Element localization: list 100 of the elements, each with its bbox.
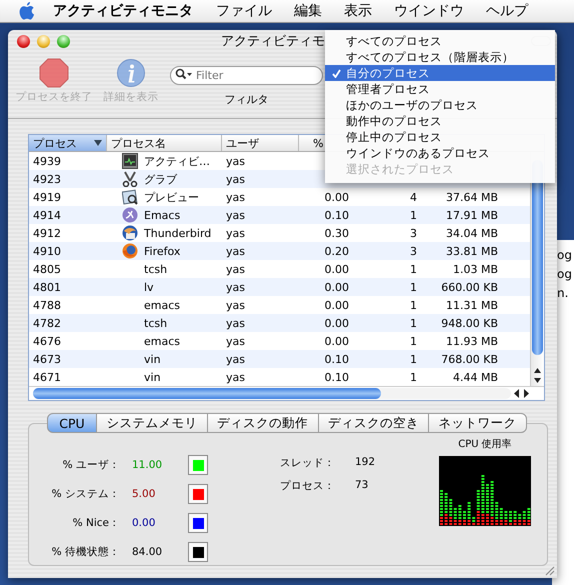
table-cell-text: 4910 — [32, 244, 62, 258]
table-cell-text: yas — [225, 352, 246, 366]
table-cell-text: yas — [225, 316, 246, 330]
table-cell-text: 4914 — [32, 208, 62, 222]
table-cell-text: yas — [225, 208, 246, 222]
stat-label: % Nice： — [72, 516, 121, 530]
tab[interactable]: ディスクの動作 — [206, 413, 318, 433]
photo-icon — [122, 189, 138, 205]
emacs-icon — [122, 207, 138, 223]
scroll-right-arrow-icon[interactable] — [523, 389, 529, 398]
window-text-fragment: n. — [556, 286, 570, 300]
table-cell-text: 4 — [409, 190, 418, 204]
table-cell: プレビュー — [144, 190, 199, 204]
menu-item[interactable]: 動作中のプロセス — [325, 113, 555, 129]
menu-item[interactable]: すべてのプロセス — [325, 33, 555, 49]
horizontal-scrollbar[interactable] — [29, 386, 544, 400]
table-cell-text: 17.91 MB — [444, 208, 498, 222]
menu-item[interactable]: 表示 — [344, 2, 372, 20]
table-cell: グラブ — [144, 172, 177, 186]
table-cell: vin — [144, 370, 161, 384]
menu-item[interactable]: ファイル — [216, 2, 272, 20]
table-cell-text: 11.93 MB — [444, 334, 498, 348]
table-cell: emacs — [144, 334, 180, 348]
count-value: 192 — [355, 456, 376, 470]
menu-item[interactable]: 編集 — [294, 2, 322, 20]
table-cell: アクティビ… — [144, 154, 210, 168]
apple-logo-icon[interactable] — [19, 2, 35, 20]
menu-item[interactable]: 管理者プロセス — [325, 81, 555, 97]
scroll-down-arrow-icon[interactable] — [534, 378, 541, 383]
color-well[interactable] — [188, 484, 208, 504]
menu-item[interactable]: ウインドウ — [394, 2, 464, 20]
window-title: アクティビティモ — [221, 33, 325, 50]
search-field[interactable]: Filter — [170, 66, 323, 85]
tab[interactable]: ネットワーク — [428, 413, 527, 433]
stat-value: 5.00 — [131, 488, 156, 500]
table-cell-text: yas — [225, 334, 246, 348]
table-cell-text: 3 — [409, 244, 418, 258]
column-header[interactable]: ユーザ — [222, 135, 299, 151]
table-cell-text: 0.00 — [324, 334, 349, 348]
table-cell-text: yas — [225, 280, 246, 294]
scroll-up-arrow-icon[interactable] — [534, 368, 541, 373]
table-cell-text: 4923 — [32, 172, 62, 186]
color-well[interactable] — [188, 455, 208, 475]
menu-item[interactable]: ほかのユーザのプロセス — [325, 97, 555, 113]
tab[interactable]: システムメモリ — [96, 413, 208, 433]
table-cell-text: yas — [225, 244, 246, 258]
scroll-left-arrow-icon[interactable] — [514, 389, 520, 398]
table-cell-text: 4673 — [32, 352, 62, 366]
table-cell-text: 0.10 — [324, 352, 349, 366]
table-cell: vin — [144, 352, 161, 366]
table-cell-text: yas — [225, 298, 246, 312]
table-cell-text: 0.00 — [324, 190, 349, 204]
tab[interactable]: ディスクの空き — [318, 413, 430, 433]
table-cell: Thunderbird — [144, 226, 212, 240]
menu-item[interactable]: ヘルプ — [486, 2, 528, 20]
table-cell-text: 11.31 MB — [444, 298, 498, 312]
table-cell: lv — [144, 280, 154, 294]
table-cell-text: 948.00 KB — [440, 316, 498, 330]
stat-value: 84.00 — [131, 546, 164, 558]
column-header[interactable]: プロセス名 — [107, 135, 222, 151]
table-cell-text: 4676 — [32, 334, 62, 348]
table-cell-text: 0.10 — [324, 370, 349, 384]
table-cell-text: 1 — [409, 208, 418, 222]
table-cell-text: 1.03 MB — [452, 262, 498, 276]
check-icon — [332, 68, 341, 78]
table-cell-text: 4.44 MB — [452, 370, 498, 384]
color-well[interactable] — [188, 542, 208, 562]
table-cell-text: 0.00 — [324, 262, 349, 276]
tab[interactable]: CPU — [47, 413, 97, 433]
table-cell-text: 3 — [409, 226, 418, 240]
resize-grip-icon[interactable] — [544, 565, 555, 576]
table-cell-text: 0.20 — [324, 244, 349, 258]
window-text-fragment: og — [556, 248, 573, 262]
menu-item[interactable]: すべてのプロセス（階層表示） — [325, 49, 555, 65]
table-cell-text: 1 — [409, 298, 418, 312]
table-cell-text: 0.00 — [324, 280, 349, 294]
stat-value: 0.00 — [131, 517, 156, 529]
table-cell-text: 1 — [409, 262, 418, 276]
count-label: スレッド： — [280, 456, 336, 470]
monitor-icon — [122, 153, 138, 169]
zoom-button[interactable] — [57, 34, 70, 48]
table-cell-text: yas — [225, 172, 246, 186]
count-value: 73 — [355, 479, 370, 493]
table-cell: Emacs — [144, 208, 180, 222]
close-button[interactable] — [17, 34, 30, 48]
search-icon[interactable] — [175, 68, 193, 80]
table-cell-text: 37.64 MB — [444, 190, 498, 204]
table-cell-text: 4788 — [32, 298, 62, 312]
table-cell-text: 0.10 — [324, 208, 349, 222]
column-header[interactable]: プロセス — [29, 135, 107, 151]
menu-item[interactable]: アクティビティモニタ — [53, 2, 193, 20]
table-cell-text: 4919 — [32, 190, 62, 204]
color-well[interactable] — [188, 513, 208, 533]
table-cell-text: 4912 — [32, 226, 62, 240]
menu-item[interactable]: 停止中のプロセス — [325, 129, 555, 145]
menu-item[interactable]: ウインドウのあるプロセス — [325, 145, 555, 161]
table-cell: tcsh — [144, 262, 168, 276]
table-cell-text: 4782 — [32, 316, 62, 330]
menu-item[interactable]: 自分のプロセス — [325, 65, 555, 81]
scissors-icon — [122, 171, 138, 187]
